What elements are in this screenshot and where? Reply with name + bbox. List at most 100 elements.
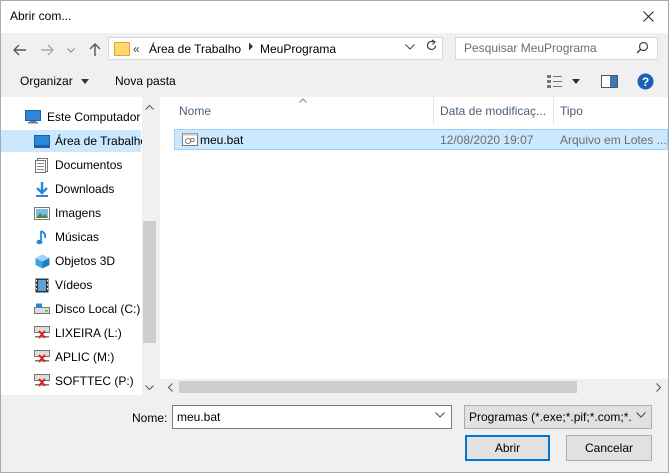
- search-input[interactable]: [464, 41, 634, 55]
- nav-item[interactable]: Documentos: [1, 154, 141, 176]
- view-details-icon: [547, 75, 580, 88]
- nav-item[interactable]: LIXEIRA (L:): [1, 322, 141, 344]
- nav-item-label: Documentos: [55, 158, 123, 172]
- address-bar[interactable]: « Área de Trabalho MeuPrograma: [108, 37, 443, 60]
- documents-icon: [34, 157, 50, 173]
- file-row-meu-bat[interactable]: meu.bat 12/08/2020 19:07 Arquivo em Lote…: [174, 129, 668, 150]
- preview-pane-button[interactable]: [601, 75, 618, 91]
- nav-item[interactable]: Imagens: [1, 202, 141, 224]
- column-header-type[interactable]: Tipo: [560, 97, 583, 125]
- help-button[interactable]: ?: [637, 73, 654, 93]
- file-name-input[interactable]: [177, 410, 417, 424]
- nav-item-label: Área de Trabalho: [55, 134, 148, 148]
- open-with-dialog: Abrir com... « Área de Trabalho MeuProgr…: [0, 0, 669, 473]
- preview-pane-icon: [601, 75, 618, 88]
- nav-item[interactable]: Objetos 3D: [1, 250, 141, 272]
- network-drive-disconnected-icon: [34, 374, 50, 388]
- up-arrow-icon: [89, 43, 101, 56]
- forward-arrow-icon: [41, 44, 54, 56]
- column-divider[interactable]: [553, 97, 554, 125]
- nav-item[interactable]: Downloads: [1, 178, 141, 200]
- desktop-icon: [34, 134, 50, 148]
- filter-dropdown-icon: [636, 410, 646, 421]
- nav-item[interactable]: Área de Trabalho: [1, 130, 147, 152]
- breadcrumb-meuprograma[interactable]: MeuPrograma: [260, 42, 336, 56]
- nav-item[interactable]: Músicas: [1, 226, 141, 248]
- nav-item-label: LIXEIRA (L:): [55, 326, 122, 340]
- file-list-hscrollbar[interactable]: [160, 379, 668, 395]
- close-button[interactable]: [628, 1, 668, 31]
- nav-item[interactable]: APLIC (M:): [1, 346, 141, 368]
- column-header-name[interactable]: Nome: [179, 97, 211, 125]
- back-button[interactable]: [11, 41, 29, 59]
- search-icon[interactable]: [636, 41, 649, 57]
- nav-item-label: SOFTTEC (P:): [55, 374, 134, 388]
- file-list-pane: Nome Data de modificaç... Tipo meu.bat 1…: [160, 97, 668, 395]
- scroll-down-icon[interactable]: [142, 379, 157, 395]
- pictures-icon: [34, 206, 50, 220]
- organize-label: Organizar: [20, 74, 73, 88]
- breadcrumb-overflow[interactable]: «: [133, 42, 140, 56]
- hscroll-thumb[interactable]: [179, 381, 577, 393]
- file-date: 12/08/2020 19:07: [440, 133, 534, 147]
- file-name-label: Nome:: [132, 411, 168, 425]
- refresh-icon[interactable]: [425, 39, 438, 55]
- navigation-scroll-thumb[interactable]: [143, 221, 156, 343]
- nav-item[interactable]: Este Computador: [1, 106, 141, 128]
- objects-3d-icon: [34, 254, 50, 268]
- dropdown-triangle-icon: [81, 79, 90, 85]
- file-type-filter-select[interactable]: Programas (*.exe;*.pif;*.com;*.bat;*.cmd…: [464, 405, 652, 429]
- network-drive-disconnected-icon: [34, 326, 50, 340]
- recent-locations-button[interactable]: [65, 41, 77, 59]
- up-button[interactable]: [86, 41, 104, 59]
- nav-item-label: Este Computador: [47, 110, 141, 124]
- nav-item[interactable]: Vídeos: [1, 274, 141, 296]
- nav-item-label: Imagens: [55, 206, 102, 220]
- nav-item-label: Músicas: [55, 230, 100, 244]
- file-type-filter-value: Programas (*.exe;*.pif;*.com;*.bat;*.cmd…: [469, 410, 631, 424]
- videos-icon: [34, 278, 50, 292]
- nav-item-label: Disco Local (C:): [55, 302, 141, 316]
- navigation-scrollbar[interactable]: [142, 97, 157, 395]
- scroll-right-icon[interactable]: [650, 379, 666, 395]
- file-name: meu.bat: [200, 133, 244, 147]
- scroll-left-icon[interactable]: [162, 379, 178, 395]
- close-icon: [642, 10, 654, 22]
- column-header-date[interactable]: Data de modificaç...: [440, 97, 546, 125]
- navigation-pane: Este Computador Área de Trabalho Documento…: [1, 97, 157, 395]
- batch-file-icon: [182, 132, 198, 150]
- forward-button[interactable]: [38, 41, 56, 59]
- cancel-button[interactable]: Cancelar: [566, 435, 652, 461]
- new-folder-button[interactable]: Nova pasta: [115, 74, 176, 88]
- music-icon: [34, 229, 50, 244]
- window-title: Abrir com...: [10, 9, 72, 23]
- chevron-down-icon: [67, 47, 75, 53]
- downloads-icon: [34, 181, 50, 197]
- nav-item-label: APLIC (M:): [55, 350, 115, 364]
- address-dropdown-icon[interactable]: [405, 41, 415, 53]
- file-name-dropdown-icon[interactable]: [435, 410, 445, 421]
- computer-icon: [25, 110, 41, 124]
- scroll-up-icon[interactable]: [142, 99, 157, 115]
- nav-item[interactable]: Disco Local (C:): [1, 298, 141, 320]
- nav-item[interactable]: SOFTTEC (P:): [1, 370, 141, 392]
- open-button[interactable]: Abrir: [465, 435, 550, 461]
- view-options-button[interactable]: [546, 74, 582, 91]
- network-drive-disconnected-icon: [34, 350, 50, 364]
- folder-icon: [114, 42, 130, 56]
- help-icon: ?: [637, 73, 654, 90]
- file-type: Arquivo em Lotes ...: [560, 133, 667, 147]
- breadcrumb-desktop[interactable]: Área de Trabalho: [149, 42, 241, 56]
- search-box[interactable]: [455, 37, 658, 60]
- column-divider[interactable]: [433, 97, 434, 125]
- breadcrumb-chevron-icon[interactable]: [248, 42, 254, 54]
- organize-menu[interactable]: Organizar: [20, 74, 90, 88]
- local-disk-icon: [34, 302, 50, 316]
- back-arrow-icon: [13, 44, 26, 56]
- sort-ascending-icon: [299, 98, 307, 103]
- file-name-combobox[interactable]: [172, 405, 452, 429]
- nav-item-label: Objetos 3D: [55, 254, 116, 268]
- nav-item-label: Vídeos: [55, 278, 93, 292]
- title-bar: Abrir com...: [1, 1, 668, 33]
- nav-item-label: Downloads: [55, 182, 115, 196]
